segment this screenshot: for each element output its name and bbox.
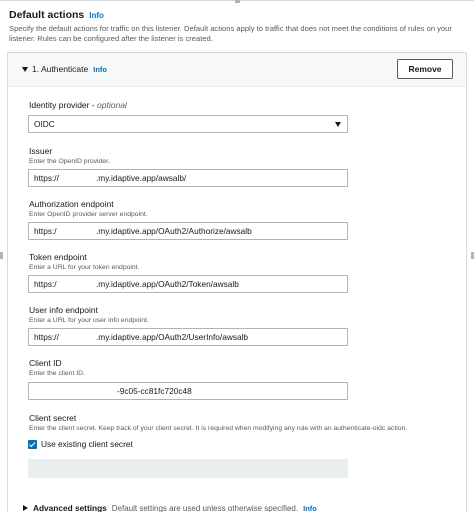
optional-tag: optional: [97, 100, 127, 110]
issuer-suffix: .my.idaptive.app/awsalb/: [96, 173, 187, 183]
user-info-suffix: .my.idaptive.app/OAuth2/UserInfo/awsalb: [96, 332, 249, 342]
section-title-text: Default actions: [9, 9, 85, 21]
client-secret-hint: Enter the client secret. Keep track of y…: [29, 425, 408, 432]
authorization-endpoint-label: Authorization endpoint: [29, 199, 114, 209]
section-info-link[interactable]: Info: [89, 11, 104, 20]
user-info-prefix: https://: [34, 332, 59, 342]
token-endpoint-hint: Enter a URL for your token endpoint.: [29, 264, 140, 271]
use-existing-secret-checkbox[interactable]: [28, 440, 37, 449]
advanced-settings[interactable]: Advanced settings Default settings are us…: [23, 503, 317, 512]
authorization-endpoint-input[interactable]: https:/ .my.idaptive.app/OAuth2/Authorize…: [28, 222, 348, 240]
client-id-value: -9c05-cc81fc720c48: [117, 386, 192, 396]
client-secret-input-disabled: [28, 459, 348, 478]
advanced-settings-description: Default settings are used unless otherwi…: [111, 504, 299, 512]
action-header: 1. Authenticate Info Remove: [8, 53, 466, 87]
issuer-label: Issuer: [29, 146, 53, 156]
authorization-prefix: https:/: [34, 226, 57, 236]
default-actions-header: Default actions Info Specify the default …: [9, 9, 465, 44]
issuer-prefix: https://: [34, 173, 59, 183]
user-info-endpoint-label: User info endpoint: [29, 305, 98, 315]
token-prefix: https:/: [34, 279, 57, 289]
identity-provider-label: Identity provider - optional: [29, 100, 127, 110]
advanced-info-link[interactable]: Info: [303, 504, 317, 512]
client-id-label: Client ID: [29, 358, 62, 368]
token-suffix: .my.idaptive.app/OAuth2/Token/awsalb: [96, 279, 239, 289]
issuer-input[interactable]: https:// .my.idaptive.app/awsalb/: [28, 169, 348, 187]
user-info-endpoint-input[interactable]: https:// .my.idaptive.app/OAuth2/UserInfo…: [28, 328, 348, 346]
section-title: Default actions Info: [9, 9, 465, 21]
authorization-endpoint-hint: Enter OpenID provider server endpoint.: [29, 211, 148, 218]
remove-button[interactable]: Remove: [397, 59, 453, 79]
resize-handle-left: [0, 252, 3, 259]
action-info-link[interactable]: Info: [93, 65, 107, 74]
authorization-suffix: .my.idaptive.app/OAuth2/Authorize/awsalb: [96, 226, 252, 236]
identity-provider-label-text: Identity provider: [29, 100, 90, 110]
chevron-down-icon: [335, 122, 341, 127]
client-secret-label: Client secret: [29, 413, 77, 423]
expand-caret-icon: [23, 505, 28, 511]
section-description: Specify the default actions for traffic …: [9, 24, 452, 43]
client-id-input[interactable]: -9c05-cc81fc720c48: [28, 382, 348, 400]
identity-provider-select[interactable]: OIDC: [28, 115, 348, 133]
client-id-hint: Enter the client ID.: [29, 370, 85, 377]
action-title-text: 1. Authenticate: [32, 64, 89, 74]
token-endpoint-input[interactable]: https:/ .my.idaptive.app/OAuth2/Token/aws…: [28, 275, 348, 293]
user-info-endpoint-hint: Enter a URL for your user info endpoint.: [29, 317, 149, 324]
identity-provider-value: OIDC: [34, 119, 55, 129]
token-endpoint-label: Token endpoint: [29, 252, 87, 262]
action-title: 1. Authenticate Info: [32, 64, 107, 74]
issuer-hint: Enter the OpenID provider.: [29, 158, 110, 165]
authenticate-action-panel: 1. Authenticate Info Remove Identity prov…: [7, 52, 467, 512]
resize-handle-top: [235, 0, 240, 3]
use-existing-secret-label: Use existing client secret: [41, 439, 133, 449]
advanced-settings-title: Advanced settings: [33, 503, 107, 512]
collapse-caret-icon[interactable]: [22, 67, 28, 72]
